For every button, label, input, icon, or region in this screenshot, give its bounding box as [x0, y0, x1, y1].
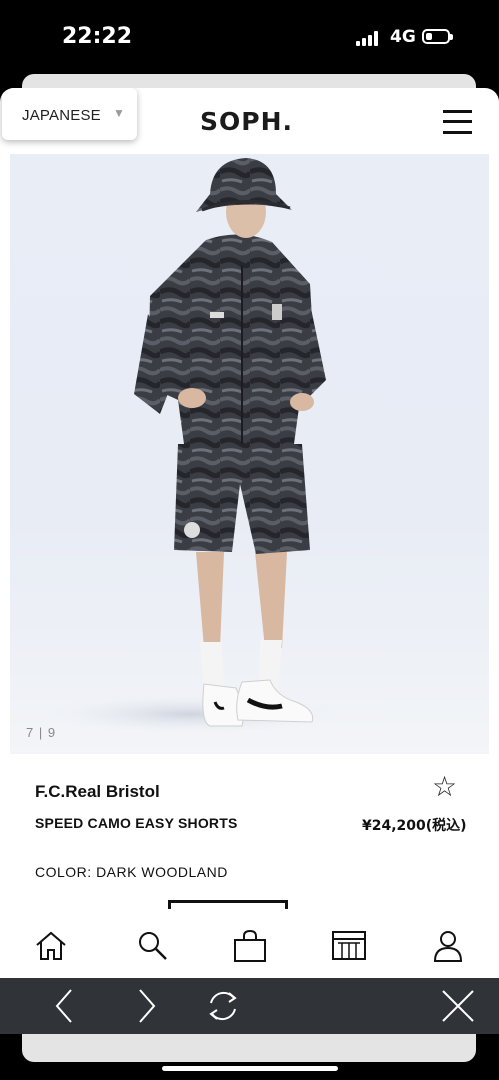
shopping-bag-icon[interactable] — [232, 928, 268, 964]
home-indicator[interactable] — [162, 1066, 338, 1071]
pager-separator: | — [38, 725, 43, 740]
status-time: 22:22 — [62, 24, 133, 49]
browser-toolbar — [0, 978, 499, 1034]
back-icon[interactable] — [47, 988, 83, 1024]
signal-icon — [356, 30, 382, 46]
product-page: JAPANESE ▼ SOPH. 7 | 9 F.C.Real Bristol … — [0, 88, 499, 978]
product-name: SPEED CAMO EASY SHORTS — [35, 815, 238, 831]
battery-icon — [422, 29, 453, 44]
pager-total: 9 — [47, 725, 56, 740]
model-photo — [40, 158, 340, 734]
refresh-icon[interactable] — [205, 988, 241, 1024]
status-bar: 22:22 4G — [0, 0, 499, 72]
account-icon[interactable] — [430, 928, 466, 964]
forward-icon[interactable] — [128, 988, 164, 1024]
language-select[interactable]: JAPANESE ▼ — [2, 88, 137, 140]
home-icon[interactable] — [33, 928, 69, 964]
product-brand[interactable]: F.C.Real Bristol — [35, 782, 160, 802]
close-icon[interactable] — [440, 988, 476, 1024]
product-color: COLOR: DARK WOODLAND — [35, 864, 228, 880]
store-icon[interactable] — [331, 928, 367, 964]
product-image[interactable]: 7 | 9 — [10, 154, 489, 754]
favorite-star-icon[interactable]: ☆ — [432, 770, 457, 803]
product-price: ¥24,200(税込) — [362, 818, 467, 834]
background-sheet-bottom — [22, 1034, 476, 1062]
pager-current: 7 — [26, 725, 34, 740]
network-label: 4G — [390, 27, 416, 47]
dropdown-arrow-icon: ▼ — [113, 106, 125, 120]
search-icon[interactable] — [135, 928, 171, 964]
hamburger-menu-icon[interactable] — [443, 110, 472, 134]
image-pager: 7 | 9 — [26, 725, 55, 740]
site-logo[interactable]: SOPH. — [200, 107, 293, 136]
bottom-nav — [0, 910, 499, 978]
selector-tab-edge[interactable] — [168, 900, 288, 909]
language-label: JAPANESE — [22, 107, 101, 124]
